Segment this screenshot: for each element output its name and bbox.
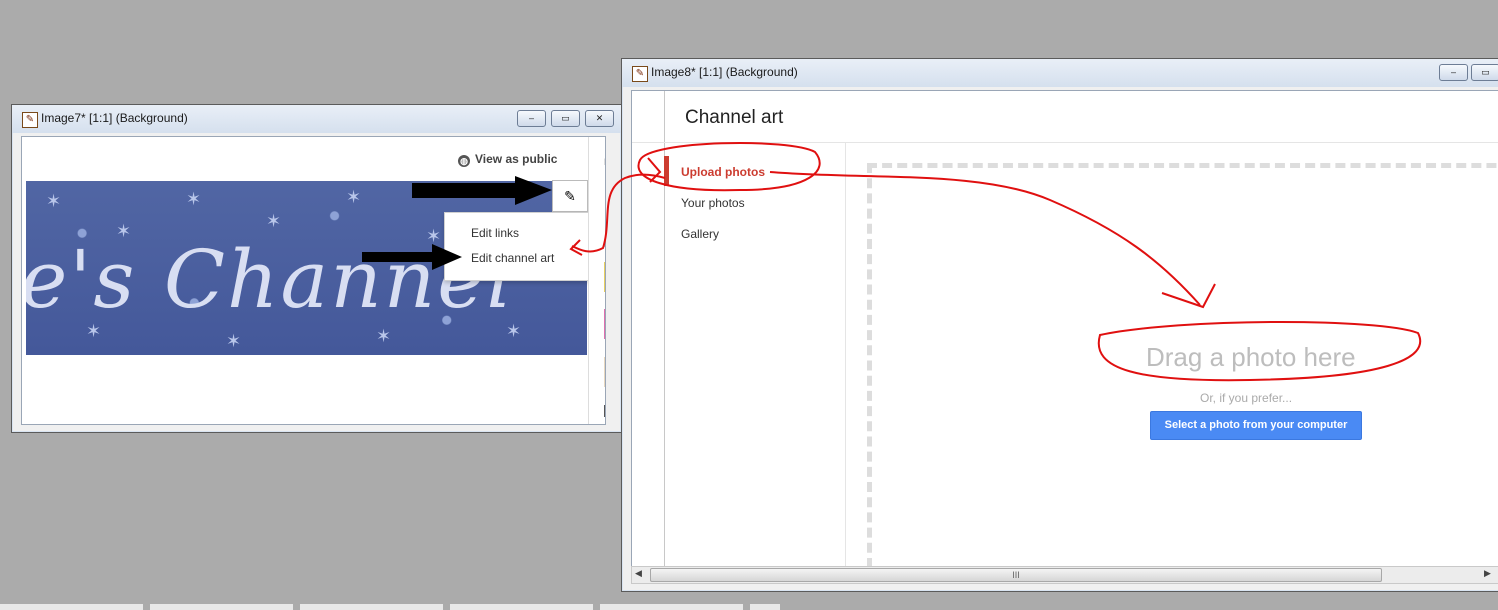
select-photo-button[interactable]: Select a photo from your computer bbox=[1150, 411, 1362, 440]
nav-upload-photos[interactable]: Upload photos bbox=[681, 165, 765, 179]
window-content: Channel art Upload photos Your photos Ga… bbox=[631, 90, 1498, 568]
scroll-thumb[interactable]: III bbox=[650, 568, 1382, 582]
view-as-public-link[interactable]: ◍ View as public bbox=[458, 152, 557, 167]
prefer-text: Or, if you prefer... bbox=[1200, 391, 1293, 405]
thumbnail bbox=[604, 309, 605, 339]
pencil-icon[interactable]: ✎ bbox=[552, 180, 588, 212]
horizontal-scrollbar[interactable]: ◀ III ▶ bbox=[631, 566, 1498, 584]
menu-item-edit-channel-art[interactable]: Edit channel art bbox=[471, 251, 554, 265]
scroll-left-icon[interactable]: ◀ bbox=[635, 568, 642, 579]
view-as-public-label: View as public bbox=[475, 152, 558, 166]
menu-item-edit-links[interactable]: Edit links bbox=[471, 226, 519, 240]
nav-your-photos[interactable]: Your photos bbox=[681, 196, 745, 210]
restore-button[interactable]: ▭ bbox=[1471, 64, 1498, 81]
side-letter: F bbox=[604, 239, 605, 249]
globe-icon: ◍ bbox=[458, 155, 470, 167]
window-title: Image7* [1:1] (Background) bbox=[41, 111, 188, 125]
banner-text: e's Channel bbox=[26, 233, 515, 326]
divider bbox=[845, 143, 846, 567]
side-strip: F F bbox=[588, 137, 605, 424]
minimize-button[interactable]: ‒ bbox=[517, 110, 546, 127]
side-letter: F bbox=[604, 157, 605, 167]
thumbnail bbox=[604, 357, 605, 387]
nav-gallery[interactable]: Gallery bbox=[681, 227, 719, 241]
app-icon: ✎ bbox=[632, 66, 648, 82]
close-button[interactable]: ✕ bbox=[585, 110, 614, 127]
titlebar[interactable]: ✎ Image8* [1:1] (Background) ‒ ▭ bbox=[622, 59, 1498, 87]
window-image7: ✎ Image7* [1:1] (Background) ‒ ▭ ✕ ◍ View… bbox=[11, 104, 622, 433]
thumbnail bbox=[604, 262, 605, 292]
thumbnail bbox=[604, 405, 605, 417]
app-icon: ✎ bbox=[22, 112, 38, 128]
minimize-button[interactable]: ‒ bbox=[1439, 64, 1468, 81]
divider bbox=[632, 142, 1498, 143]
titlebar[interactable]: ✎ Image7* [1:1] (Background) ‒ ▭ ✕ bbox=[12, 105, 621, 133]
active-indicator bbox=[664, 156, 669, 186]
window-image8: ✎ Image8* [1:1] (Background) ‒ ▭ Channel… bbox=[621, 58, 1498, 592]
page-title: Channel art bbox=[685, 107, 784, 128]
window-content: ◍ View as public ✶ ✶ ✶ ✶ ✶ ✶ ✶ ✶ ✶ ✶ e's … bbox=[21, 136, 606, 425]
edit-menu: Edit links Edit channel art bbox=[444, 212, 589, 281]
scroll-right-icon[interactable]: ▶ bbox=[1484, 568, 1491, 579]
window-title: Image8* [1:1] (Background) bbox=[651, 65, 798, 79]
drag-photo-text: Drag a photo here bbox=[1146, 342, 1356, 372]
taskbar-strip bbox=[0, 604, 780, 610]
restore-button[interactable]: ▭ bbox=[551, 110, 580, 127]
